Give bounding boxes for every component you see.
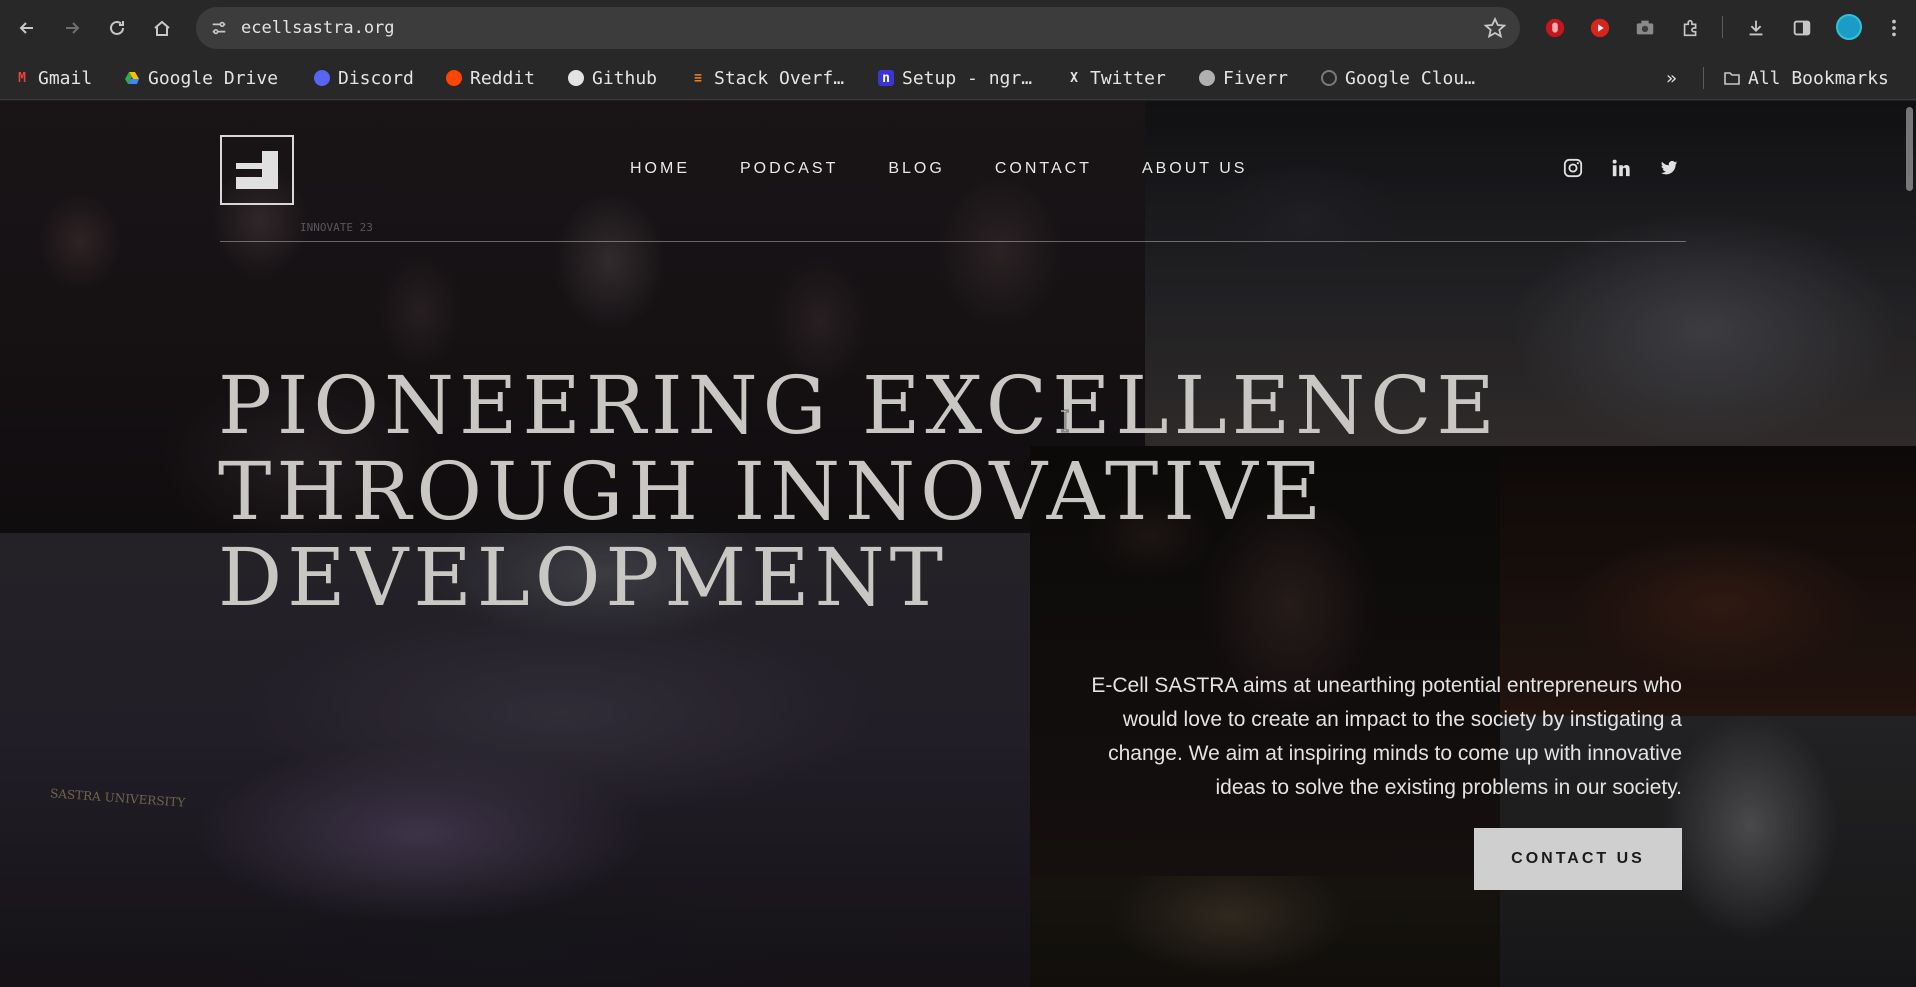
- back-arrow-icon: [19, 22, 33, 34]
- home-icon: [154, 20, 170, 36]
- all-bookmarks-label: All Bookmarks: [1748, 67, 1889, 89]
- scrollbar-thumb[interactable]: [1906, 107, 1913, 191]
- bookmark-star-icon[interactable]: [1484, 17, 1506, 39]
- header-divider: [220, 241, 1686, 242]
- bookmark-discord[interactable]: Discord: [314, 65, 414, 91]
- all-bookmarks-button[interactable]: All Bookmarks: [1724, 65, 1889, 91]
- github-icon: [568, 70, 584, 86]
- social-links: [1562, 157, 1680, 179]
- side-panel-icon[interactable]: [1790, 16, 1814, 40]
- gmail-icon: M: [18, 70, 26, 86]
- linkedin-icon[interactable]: [1610, 157, 1632, 179]
- menu-kebab-icon[interactable]: [1882, 16, 1906, 40]
- nav-contact[interactable]: CONTACT: [995, 160, 1092, 178]
- bookmark-label: Reddit: [470, 67, 536, 89]
- nav-about-us[interactable]: ABOUT US: [1142, 160, 1248, 178]
- page-viewport: INNOVATE 23 SASTRA UNIVERSITY HOME PODCA…: [0, 101, 1916, 987]
- bookmark-label: Discord: [338, 67, 414, 89]
- extension-camera-icon[interactable]: [1633, 16, 1657, 40]
- contact-us-button[interactable]: CONTACT US: [1474, 828, 1682, 890]
- reddit-icon: [446, 70, 462, 86]
- site-info-icon[interactable]: [208, 17, 230, 39]
- bookmark-label: Setup - ngr…: [902, 67, 1033, 89]
- page-scrollbar[interactable]: [1904, 101, 1916, 987]
- folder-icon: [1724, 70, 1740, 86]
- extensions-puzzle-icon[interactable]: [1679, 16, 1703, 40]
- toolbar-divider: [1722, 16, 1723, 38]
- twitter-icon[interactable]: [1658, 157, 1680, 179]
- bookmark-stack-overflow[interactable]: ≡ Stack Overf…: [690, 65, 844, 91]
- url-text[interactable]: ecellsastra.org: [241, 18, 395, 38]
- bookmark-label: Github: [592, 67, 658, 89]
- overflow-chevron-icon: »: [1666, 67, 1677, 89]
- bookmark-label: Twitter: [1090, 67, 1166, 89]
- site-nav: HOME PODCAST BLOG CONTACT ABOUT US: [630, 160, 1297, 178]
- reload-button[interactable]: [101, 12, 133, 44]
- nav-podcast[interactable]: PODCAST: [740, 160, 838, 178]
- bookmark-google-drive[interactable]: Google Drive: [124, 65, 278, 91]
- bookmark-github[interactable]: Github: [568, 65, 657, 91]
- hero-title: PIONEERING EXCELLENCE THROUGH INNOVATIVE…: [218, 359, 1500, 624]
- google-cloud-icon: [1321, 70, 1337, 86]
- bookmark-label: Stack Overf…: [714, 67, 845, 89]
- globe-icon: [1199, 70, 1215, 86]
- bookmark-label: Google Clou…: [1345, 67, 1476, 89]
- bookmark-label: Gmail: [38, 67, 93, 89]
- bookmark-label: Google Drive: [148, 67, 279, 89]
- bookmarks-bar: M Gmail Google Drive Discord Reddit Gith…: [0, 56, 1916, 100]
- bookmark-fiverr[interactable]: Fiverr: [1199, 65, 1288, 91]
- extension-red-hand-icon[interactable]: [1543, 16, 1567, 40]
- hero-title-line-3: DEVELOPMENT: [218, 531, 948, 624]
- hero-title-line-1: PIONEERING EXCELLENCE: [218, 359, 1500, 452]
- reload-icon: [110, 20, 124, 35]
- bookmark-google-cloud[interactable]: Google Clou…: [1321, 65, 1475, 91]
- instagram-icon[interactable]: [1562, 157, 1584, 179]
- bookmarks-overflow-button[interactable]: »: [1666, 65, 1677, 91]
- nav-home[interactable]: HOME: [630, 160, 690, 178]
- back-button[interactable]: [11, 12, 43, 44]
- bookmark-twitter[interactable]: X Twitter: [1066, 65, 1166, 91]
- ecell-logo[interactable]: [220, 135, 294, 205]
- ngrok-icon: n: [878, 70, 894, 86]
- discord-icon: [314, 70, 330, 86]
- hero-description: E-Cell SASTRA aims at unearthing potenti…: [1091, 674, 1682, 799]
- bookmark-gmail[interactable]: M Gmail: [14, 65, 92, 91]
- forward-arrow-icon: [66, 22, 80, 34]
- bookmarks-divider: [1703, 67, 1704, 89]
- extension-youtube-icon[interactable]: [1588, 16, 1612, 40]
- address-bar[interactable]: ecellsastra.org: [196, 7, 1520, 49]
- bookmark-ngrok[interactable]: n Setup - ngr…: [878, 65, 1032, 91]
- stack-overflow-icon: ≡: [694, 70, 702, 86]
- text-cursor-icon: [1061, 409, 1069, 433]
- bookmark-label: Fiverr: [1223, 67, 1289, 89]
- google-drive-icon: [124, 70, 140, 86]
- hero-title-line-2: THROUGH INNOVATIVE: [218, 445, 1327, 538]
- download-icon[interactable]: [1744, 16, 1768, 40]
- browser-toolbar: ecellsastra.org: [0, 0, 1916, 56]
- bookmark-reddit[interactable]: Reddit: [446, 65, 535, 91]
- ecell-logo-mark-icon: [236, 151, 278, 189]
- x-twitter-icon: X: [1070, 70, 1078, 86]
- forward-button[interactable]: [56, 12, 88, 44]
- profile-avatar[interactable]: [1836, 14, 1862, 40]
- home-button[interactable]: [146, 12, 178, 44]
- nav-blog[interactable]: BLOG: [888, 160, 944, 178]
